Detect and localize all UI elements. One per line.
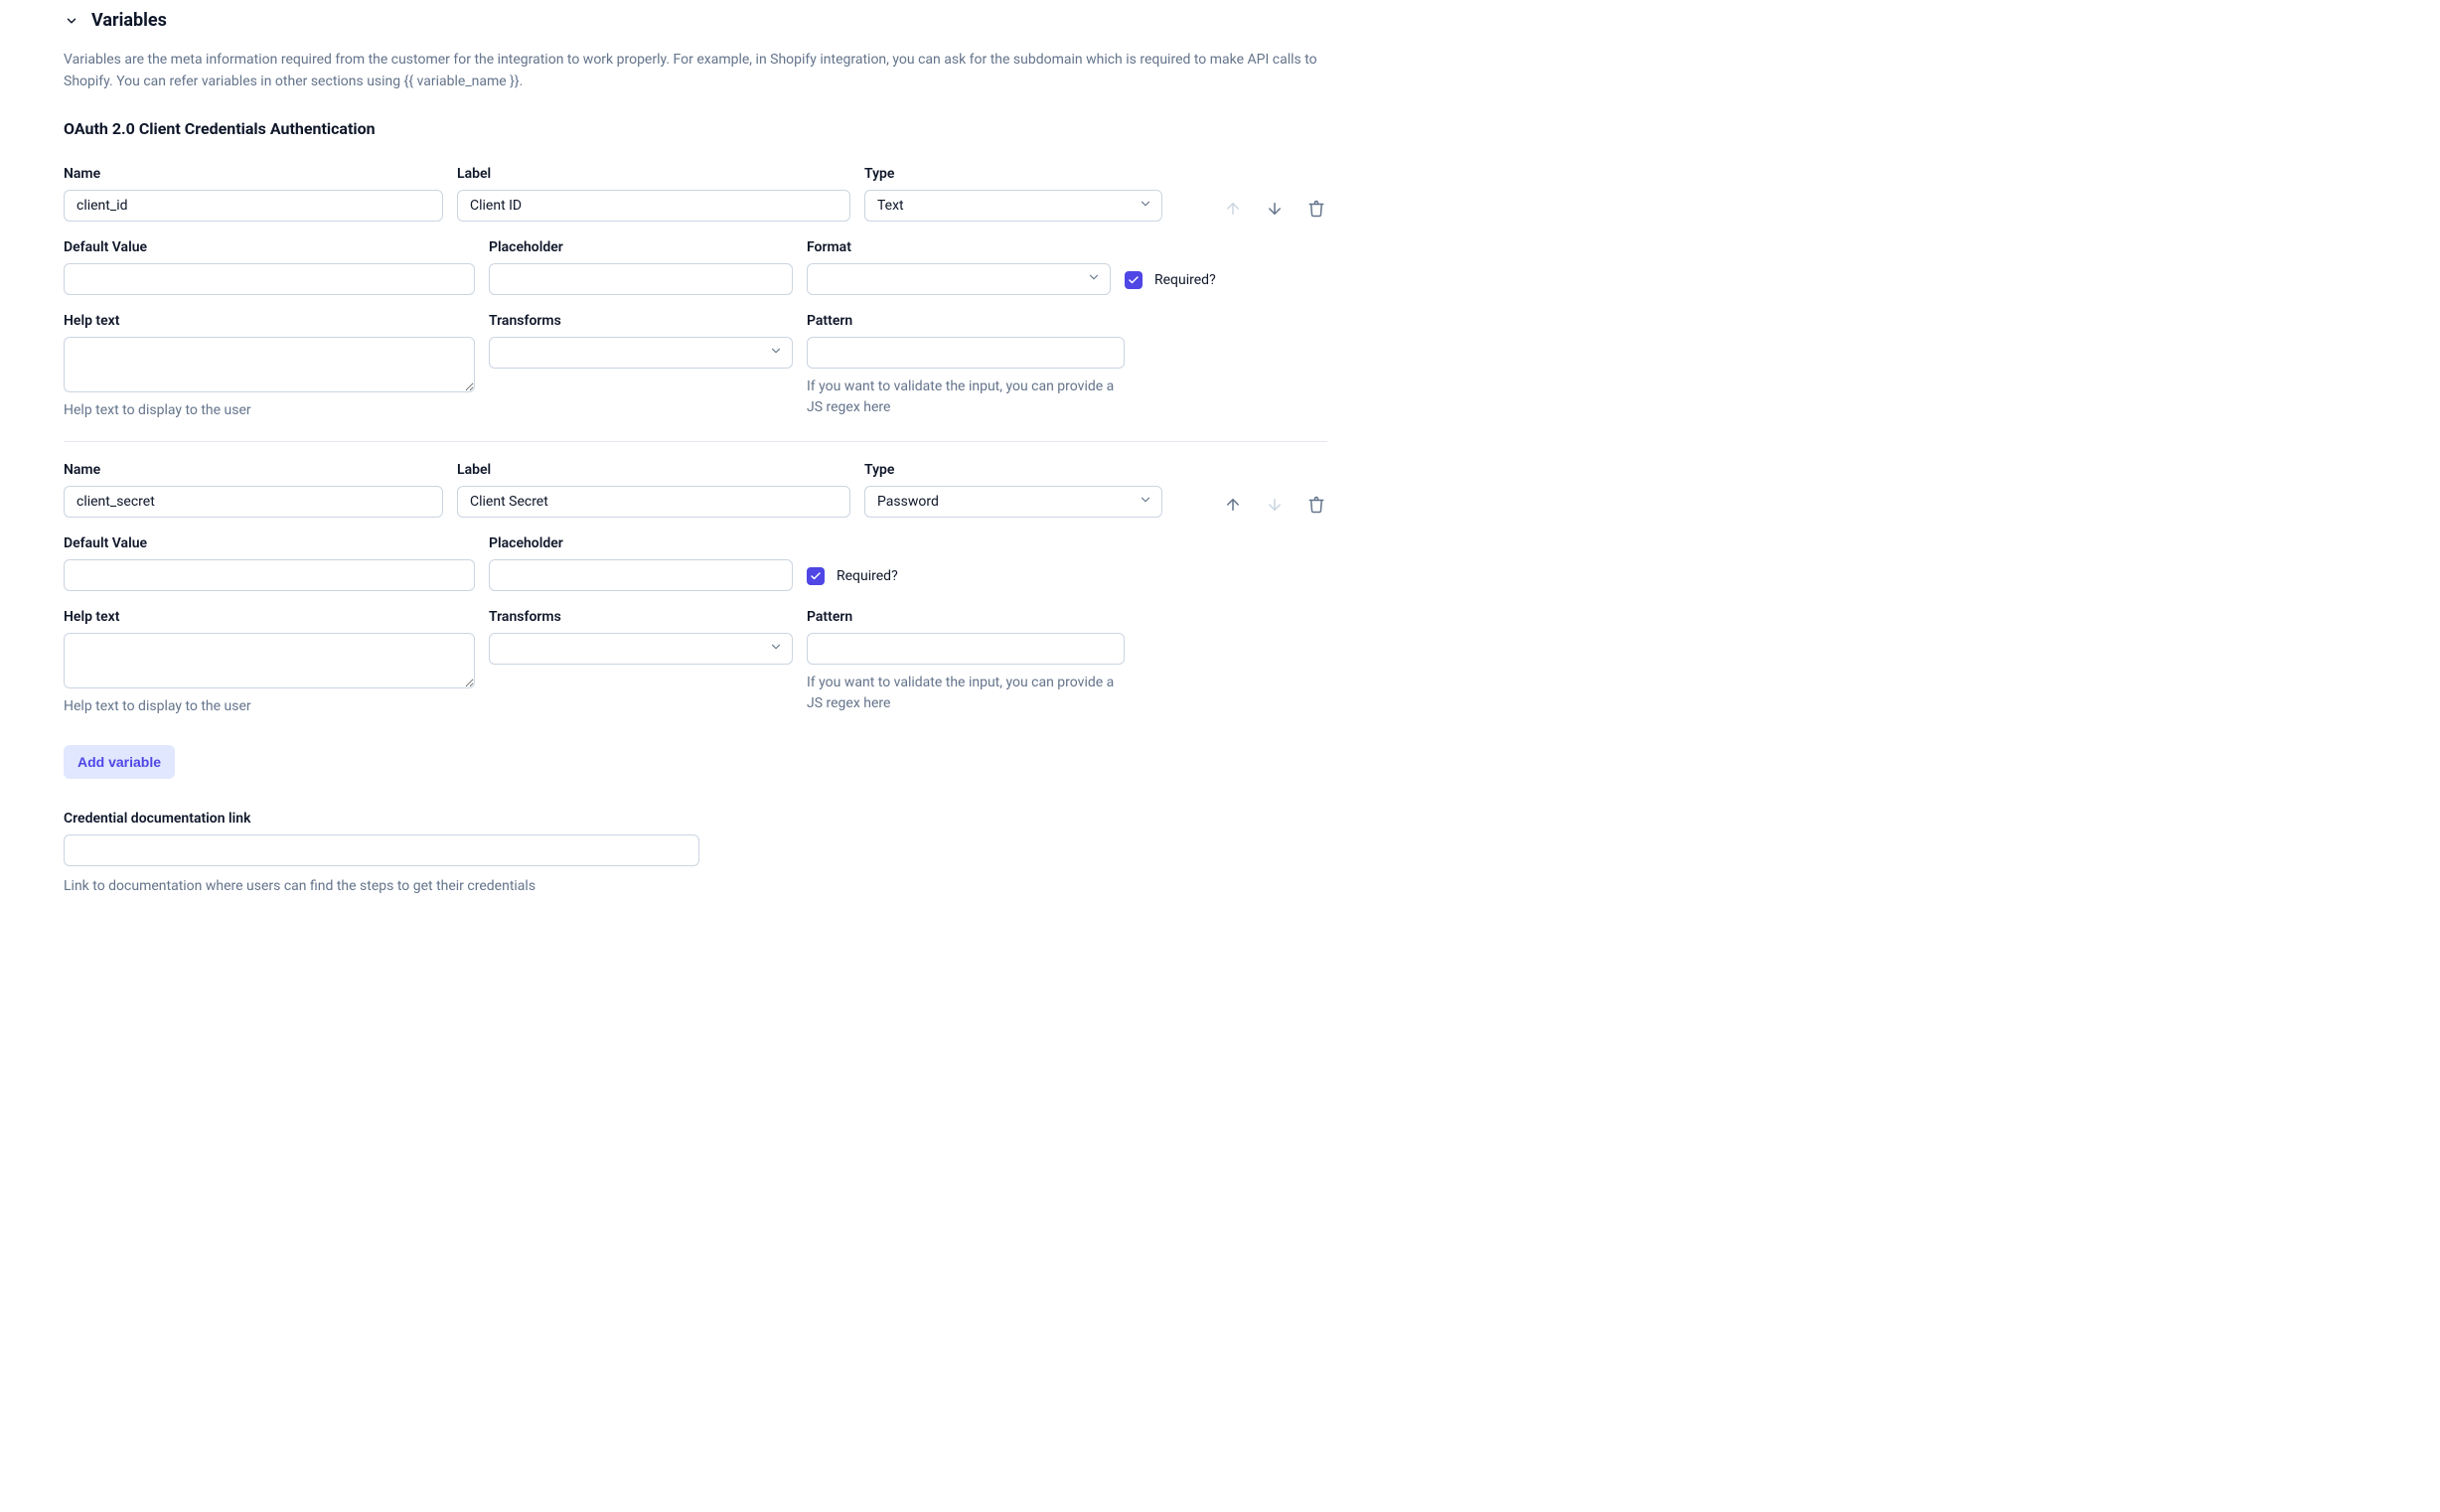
name-input[interactable] <box>64 486 443 518</box>
help-text-note: Help text to display to the user <box>64 400 475 421</box>
required-label: Required? <box>1154 272 1216 288</box>
type-label: Type <box>864 166 1162 182</box>
required-group: Required? <box>807 535 898 585</box>
credential-link-label: Credential documentation link <box>64 811 699 827</box>
name-label: Name <box>64 462 443 478</box>
delete-button[interactable] <box>1305 198 1327 220</box>
placeholder-label: Placeholder <box>489 535 793 551</box>
type-select[interactable]: Text <box>864 190 1162 222</box>
pattern-input[interactable] <box>807 337 1125 369</box>
move-up-button[interactable] <box>1222 494 1244 516</box>
required-checkbox[interactable] <box>807 567 825 585</box>
default-value-label: Default Value <box>64 535 475 551</box>
transforms-select[interactable] <box>489 337 793 369</box>
help-text-note: Help text to display to the user <box>64 696 475 717</box>
transforms-select[interactable] <box>489 633 793 665</box>
type-label: Type <box>864 462 1162 478</box>
help-text-input[interactable] <box>64 337 475 392</box>
pattern-input[interactable] <box>807 633 1125 665</box>
transforms-label: Transforms <box>489 313 793 329</box>
transforms-label: Transforms <box>489 609 793 625</box>
pattern-note: If you want to validate the input, you c… <box>807 673 1125 714</box>
help-text-label: Help text <box>64 313 475 329</box>
label-input[interactable] <box>457 486 850 518</box>
placeholder-input[interactable] <box>489 263 793 295</box>
name-input[interactable] <box>64 190 443 222</box>
default-value-label: Default Value <box>64 239 475 255</box>
name-label: Name <box>64 166 443 182</box>
label-input[interactable] <box>457 190 850 222</box>
move-down-button[interactable] <box>1264 198 1286 220</box>
variable-actions <box>1222 166 1327 220</box>
label-label: Label <box>457 166 850 182</box>
format-label: Format <box>807 239 1111 255</box>
placeholder-label: Placeholder <box>489 239 793 255</box>
credential-link-input[interactable] <box>64 834 699 866</box>
required-group: Required? <box>1125 239 1216 289</box>
help-text-input[interactable] <box>64 633 475 688</box>
section-description: Variables are the meta information requi… <box>64 49 1327 93</box>
label-label: Label <box>457 462 850 478</box>
pattern-note: If you want to validate the input, you c… <box>807 377 1125 418</box>
variable-block: Name Label Type Password <box>64 462 1327 737</box>
subsection-title: OAuth 2.0 Client Credentials Authenticat… <box>64 119 1327 138</box>
format-select[interactable] <box>807 263 1111 295</box>
credential-link-field: Credential documentation link Link to do… <box>64 811 699 897</box>
variable-actions <box>1222 462 1327 516</box>
variable-block: Name Label Type Text <box>64 166 1327 442</box>
move-up-button[interactable] <box>1222 198 1244 220</box>
type-select[interactable]: Password <box>864 486 1162 518</box>
placeholder-input[interactable] <box>489 559 793 591</box>
default-value-input[interactable] <box>64 559 475 591</box>
move-down-button[interactable] <box>1264 494 1286 516</box>
section-header: Variables <box>64 10 1327 31</box>
credential-link-note: Link to documentation where users can fi… <box>64 876 699 897</box>
required-checkbox[interactable] <box>1125 271 1143 289</box>
pattern-label: Pattern <box>807 313 1125 329</box>
add-variable-button[interactable]: Add variable <box>64 745 175 779</box>
help-text-label: Help text <box>64 609 475 625</box>
required-label: Required? <box>837 568 898 584</box>
delete-button[interactable] <box>1305 494 1327 516</box>
chevron-down-icon[interactable] <box>64 13 79 29</box>
default-value-input[interactable] <box>64 263 475 295</box>
section-title: Variables <box>91 10 167 31</box>
pattern-label: Pattern <box>807 609 1125 625</box>
